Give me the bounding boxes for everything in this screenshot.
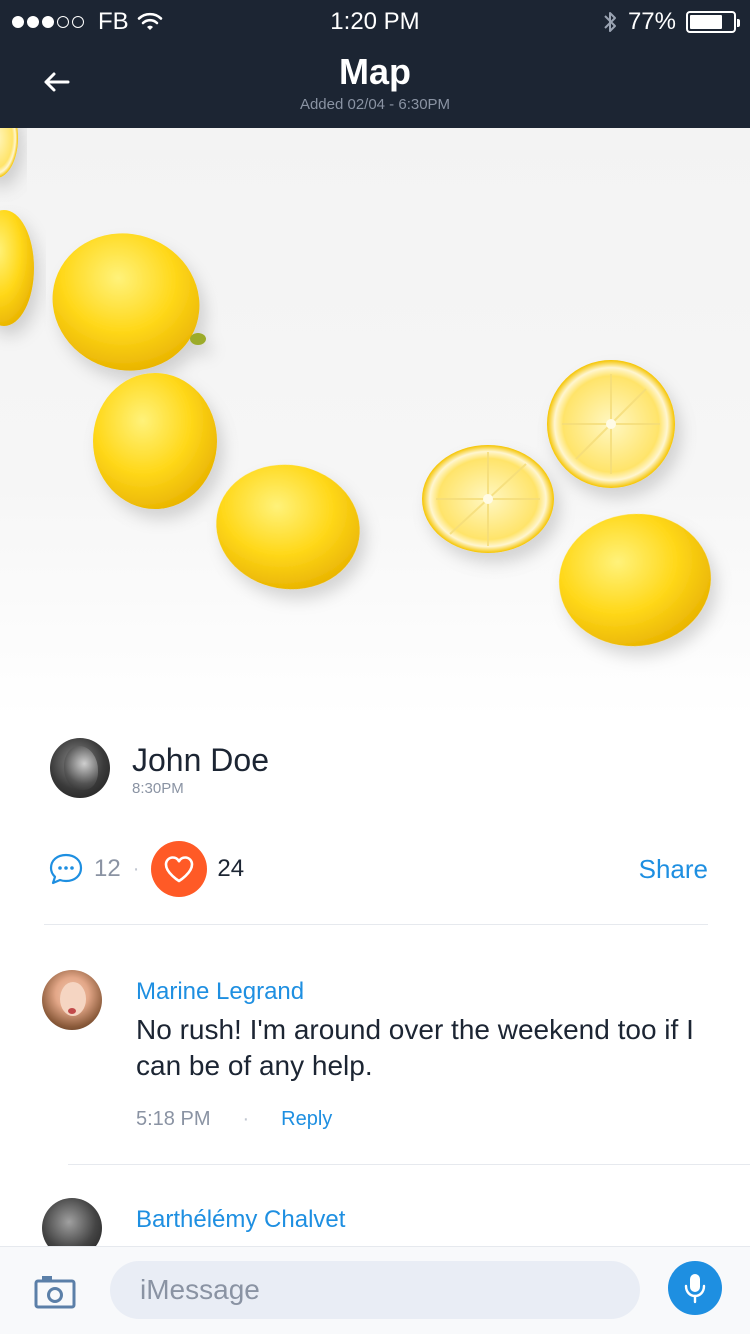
- post-image: [0, 128, 750, 718]
- avatar[interactable]: [42, 970, 102, 1030]
- message-input-bar: [0, 1246, 750, 1334]
- like-button[interactable]: [151, 841, 208, 897]
- message-input[interactable]: [110, 1261, 640, 1319]
- post-actions: 12 · 24 Share: [48, 840, 708, 898]
- divider: [44, 924, 708, 925]
- comment-time: 5:18 PM: [136, 1108, 211, 1130]
- avatar[interactable]: [50, 738, 110, 798]
- reply-button[interactable]: Reply: [281, 1108, 332, 1131]
- comment-count: 12: [94, 855, 121, 882]
- microphone-button[interactable]: [668, 1261, 722, 1315]
- separator-dot: ·: [132, 857, 140, 880]
- battery-icon: [686, 11, 740, 33]
- author-info: John Doe 8:30PM: [132, 740, 269, 797]
- lemons-illustration: [0, 128, 711, 647]
- comment-text: No rush! I'm around over the weekend too…: [136, 1014, 694, 1081]
- like-count: 24: [217, 855, 245, 882]
- status-bar: FB 1:20 PM 77%: [0, 0, 750, 42]
- battery-percent: 77%: [627, 8, 676, 35]
- page-title: Map: [339, 51, 411, 92]
- header: FB 1:20 PM 77% Map Added 02/04 - 6:30PM: [0, 0, 750, 128]
- author-name[interactable]: John Doe: [132, 740, 269, 780]
- comment-meta: 5:18 PM · Reply: [136, 1108, 716, 1131]
- header-titles: Map Added 02/04 - 6:30PM: [0, 50, 750, 113]
- post-author[interactable]: John Doe 8:30PM: [50, 738, 269, 798]
- post-detail-screen: FB 1:20 PM 77% Map Added 02/04 - 6:30PM …: [0, 0, 750, 1334]
- author-time: 8:30PM: [132, 779, 184, 797]
- page-subtitle: Added 02/04 - 6:30PM: [299, 96, 451, 113]
- status-right: 77%: [602, 8, 740, 36]
- bluetooth-icon: [604, 12, 616, 32]
- commenter-name[interactable]: Marine Legrand: [136, 978, 716, 1006]
- comment-bubble-icon[interactable]: [48, 851, 84, 887]
- comment-body: Marine Legrand No rush! I'm around over …: [136, 978, 716, 1131]
- comment-body: Barthélémy Chalvet: [136, 1206, 716, 1234]
- separator-dot: ·: [242, 1108, 250, 1130]
- microphone-icon: [684, 1274, 706, 1304]
- share-button[interactable]: Share: [639, 854, 708, 885]
- camera-icon[interactable]: [34, 1273, 76, 1309]
- divider: [68, 1164, 750, 1165]
- commenter-name[interactable]: Barthélémy Chalvet: [136, 1206, 716, 1234]
- heart-icon: [165, 856, 194, 883]
